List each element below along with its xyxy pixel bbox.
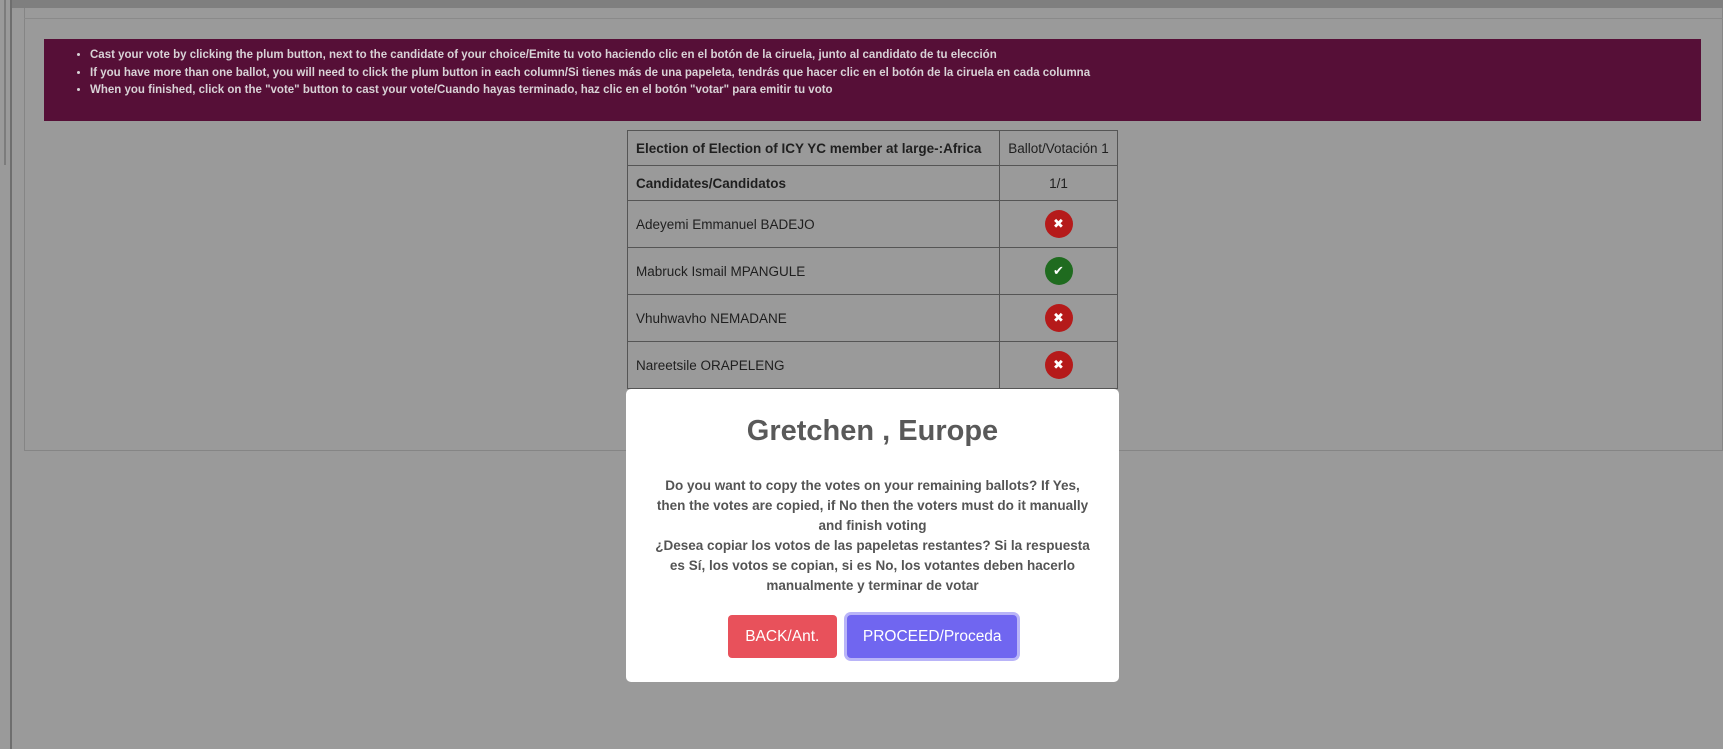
candidate-row: Nareetsile ORAPELENG ✖ — [627, 341, 1118, 389]
proceed-button[interactable]: PROCEED/Proceda — [847, 615, 1018, 658]
back-button[interactable]: BACK/Ant. — [727, 615, 837, 658]
vote-cell: ✖ — [999, 341, 1118, 389]
window-left-divider — [4, 0, 6, 165]
instructions-banner: Cast your vote by clicking the plum butt… — [44, 39, 1701, 121]
copy-votes-dialog: Gretchen , Europe Do you want to copy th… — [626, 389, 1119, 682]
content-card-divider — [24, 18, 1723, 19]
candidate-row: Mabruck Ismail MPANGULE ✔ — [627, 247, 1118, 295]
ballot-label: Ballot/Votación 1 — [999, 130, 1118, 166]
vote-cell: ✖ — [999, 294, 1118, 342]
dialog-title: Gretchen , Europe — [746, 415, 999, 447]
vote-cell: ✖ — [999, 200, 1118, 248]
dialog-actions: BACK/Ant. PROCEED/Proceda — [626, 615, 1119, 658]
candidate-name: Nareetsile ORAPELENG — [627, 341, 1000, 389]
candidate-name: Vhuhwavho NEMADANE — [627, 294, 1000, 342]
x-circle-icon[interactable]: ✖ — [1044, 304, 1073, 332]
voting-page: Cast your vote by clicking the plum butt… — [0, 0, 1723, 749]
dialog-message-spanish: ¿Desea copiar los votos de las papeletas… — [655, 538, 1090, 593]
candidate-row: Adeyemi Emmanuel BADEJO ✖ — [627, 200, 1118, 248]
vote-cell: ✔ — [999, 247, 1118, 295]
candidates-header: Candidates/Candidatos — [627, 165, 1000, 201]
dialog-message: Do you want to copy the votes on your re… — [653, 476, 1093, 596]
instruction-item: Cast your vote by clicking the plum butt… — [90, 47, 1701, 65]
election-title: Election of Election of ICY YC member at… — [627, 130, 1000, 166]
instructions-list: Cast your vote by clicking the plum butt… — [90, 47, 1701, 100]
ballot-header-row: Election of Election of ICY YC member at… — [627, 130, 1118, 166]
window-left-border — [0, 0, 12, 749]
candidate-name: Mabruck Ismail MPANGULE — [627, 247, 1000, 295]
x-circle-icon[interactable]: ✖ — [1044, 351, 1073, 379]
selection-count: 1/1 — [999, 165, 1118, 201]
instruction-item: If you have more than one ballot, you wi… — [90, 65, 1701, 83]
instruction-item: When you finished, click on the "vote" b… — [90, 82, 1701, 100]
candidates-header-row: Candidates/Candidatos 1/1 — [627, 165, 1118, 201]
candidate-row: Vhuhwavho NEMADANE ✖ — [627, 294, 1118, 342]
x-circle-icon[interactable]: ✖ — [1044, 210, 1073, 238]
window-top-frame — [12, 0, 1723, 8]
dialog-message-english: Do you want to copy the votes on your re… — [656, 478, 1089, 533]
check-circle-icon[interactable]: ✔ — [1044, 257, 1073, 285]
candidate-name: Adeyemi Emmanuel BADEJO — [627, 200, 1000, 248]
ballot-table: Election of Election of ICY YC member at… — [627, 130, 1118, 389]
